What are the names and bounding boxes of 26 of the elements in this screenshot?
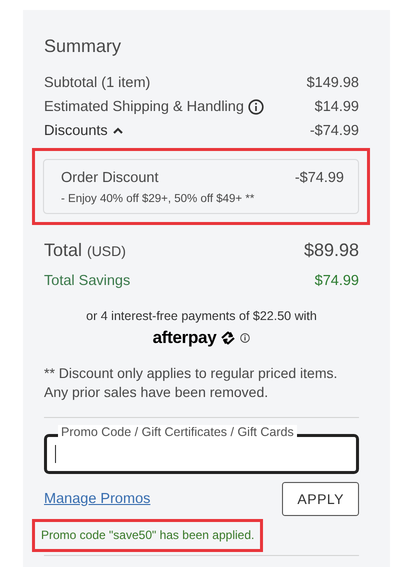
success-message: Promo code "save50" has been applied. <box>35 522 260 549</box>
info-icon[interactable] <box>248 99 264 115</box>
field-label: Promo Code / Gift Certificates / Gift Cards <box>58 425 297 439</box>
installments-text: or 4 interest-free payments of $22.50 with <box>85 309 318 323</box>
line-label: Estimated Shipping & Handling <box>44 99 244 115</box>
total-value: $89.98 <box>304 240 359 261</box>
total-label: Total <box>44 240 82 261</box>
line-label: Discounts <box>44 123 108 139</box>
savings-label: Total Savings <box>44 273 130 289</box>
savings-value: $74.99 <box>314 273 359 289</box>
chevron-icon[interactable] <box>112 126 124 136</box>
discount-name: Order Discount <box>61 170 159 186</box>
apply-button[interactable]: APPLY <box>282 482 359 516</box>
currency-label: (USD) <box>87 243 126 259</box>
line-value: $14.99 <box>314 99 359 115</box>
line-value: -$74.99 <box>310 123 359 139</box>
discount-detail: - Enjoy 40% off $29+, 50% off $49+ ** <box>61 193 256 205</box>
brand-logo: afterpay <box>152 328 216 348</box>
discount-note: ** Discount only applies to regular priced items. Any prior sales have been removed. <box>44 364 338 402</box>
line-value: $149.98 <box>306 75 359 91</box>
info-icon[interactable] <box>240 333 250 343</box>
line-label: Subtotal (1 item) <box>44 75 150 91</box>
summary-title: Summary <box>44 36 122 57</box>
manage-promos-link[interactable]: Manage Promos <box>44 491 150 507</box>
discount-value: -$74.99 <box>294 170 344 186</box>
loop-arrows-icon <box>219 331 238 345</box>
